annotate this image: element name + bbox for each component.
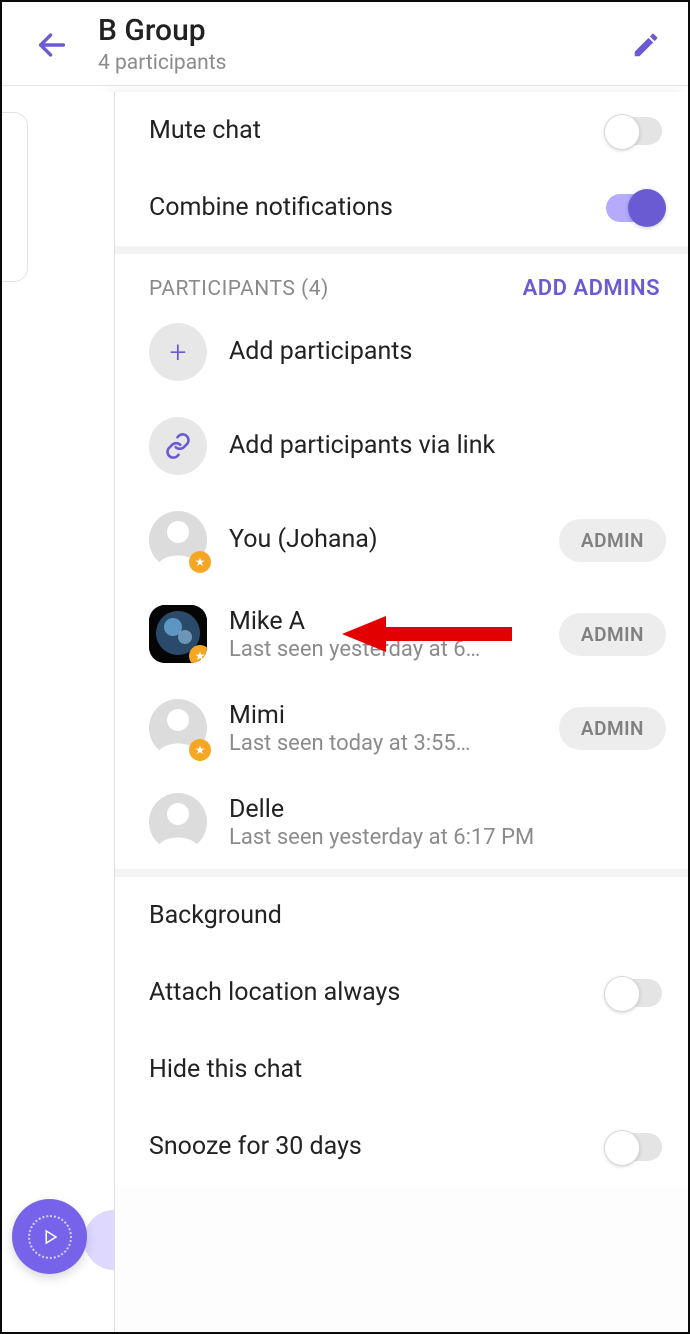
attach-location-row[interactable]: Attach location always	[115, 954, 688, 1031]
snooze-row[interactable]: Snooze for 30 days	[115, 1108, 688, 1185]
mute-chat-toggle[interactable]	[606, 117, 662, 145]
add-participants-row[interactable]: + Add participants	[115, 305, 688, 399]
add-participants-label: Add participants	[229, 337, 666, 367]
play-icon	[41, 1228, 59, 1246]
add-admins-button[interactable]: ADD ADMINS	[523, 276, 660, 301]
combine-notifications-label: Combine notifications	[149, 193, 606, 222]
add-via-link-row[interactable]: Add participants via link	[115, 399, 688, 493]
back-arrow-icon	[35, 28, 69, 62]
divider	[115, 869, 688, 877]
pencil-icon	[631, 30, 661, 60]
hide-chat-label: Hide this chat	[149, 1055, 662, 1084]
attach-location-label: Attach location always	[149, 978, 606, 1007]
participant-row-you[interactable]: ★ You (Johana) ADMIN	[115, 493, 688, 587]
participant-name: Mike A	[229, 607, 547, 637]
link-icon	[149, 417, 207, 475]
edit-button[interactable]	[624, 23, 668, 67]
mute-chat-label: Mute chat	[149, 116, 606, 145]
star-badge-icon: ★	[189, 645, 207, 663]
avatar: ★	[149, 511, 207, 569]
background-label: Background	[149, 901, 662, 930]
participant-name: Mimi	[229, 701, 547, 731]
participant-name: You (Johana)	[229, 525, 547, 555]
participant-status: Last seen today at 3:55…	[229, 731, 547, 756]
attach-location-toggle[interactable]	[606, 979, 662, 1007]
admin-badge: ADMIN	[559, 613, 666, 656]
participant-status: Last seen yesterday at 6…	[229, 637, 547, 662]
admin-badge: ADMIN	[559, 707, 666, 750]
page-subtitle: 4 participants	[98, 51, 624, 75]
star-badge-icon: ★	[189, 551, 211, 573]
snooze-label: Snooze for 30 days	[149, 1132, 606, 1161]
participant-name: Delle	[229, 795, 666, 825]
participant-row-mimi[interactable]: ★ Mimi Last seen today at 3:55… ADMIN	[115, 681, 688, 775]
combine-notifications-row[interactable]: Combine notifications	[115, 169, 688, 246]
participant-status: Last seen yesterday at 6:17 PM	[229, 825, 666, 850]
page-title: B Group	[98, 14, 624, 47]
divider	[115, 246, 688, 254]
plus-icon: +	[149, 323, 207, 381]
snooze-toggle[interactable]	[606, 1133, 662, 1161]
hide-chat-row[interactable]: Hide this chat	[115, 1031, 688, 1108]
settings-panel: Mute chat Combine notifications PARTICIP…	[114, 92, 688, 1332]
participant-row-mike[interactable]: ★ Mike A Last seen yesterday at 6… ADMIN	[115, 587, 688, 681]
participants-count-label: PARTICIPANTS (4)	[149, 277, 329, 301]
background-row[interactable]: Background	[115, 877, 688, 954]
star-badge-icon: ★	[189, 739, 211, 761]
side-tab-stub	[0, 112, 28, 282]
participant-row-delle[interactable]: Delle Last seen yesterday at 6:17 PM	[115, 775, 688, 869]
avatar	[149, 793, 207, 851]
participants-header: PARTICIPANTS (4) ADD ADMINS	[115, 254, 688, 305]
avatar: ★	[149, 699, 207, 757]
avatar: ★	[149, 605, 207, 663]
back-button[interactable]	[30, 23, 74, 67]
add-via-link-label: Add participants via link	[229, 431, 666, 461]
background-bubble	[84, 1210, 114, 1270]
admin-badge: ADMIN	[559, 519, 666, 562]
play-fab[interactable]	[12, 1199, 87, 1274]
background-layer	[2, 92, 114, 1332]
mute-chat-row[interactable]: Mute chat	[115, 92, 688, 169]
header: B Group 4 participants	[2, 2, 688, 86]
combine-notifications-toggle[interactable]	[606, 194, 662, 222]
